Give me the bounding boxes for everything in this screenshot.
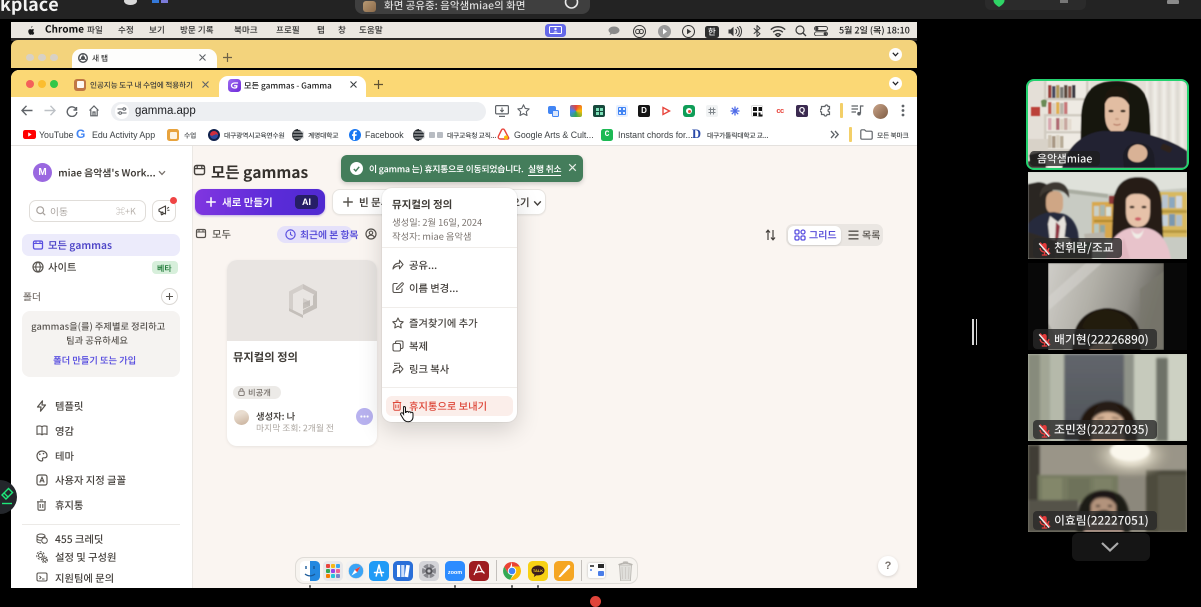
svg-text:zoom: zoom (448, 570, 462, 576)
svg-text:TALK: TALK (533, 568, 543, 573)
